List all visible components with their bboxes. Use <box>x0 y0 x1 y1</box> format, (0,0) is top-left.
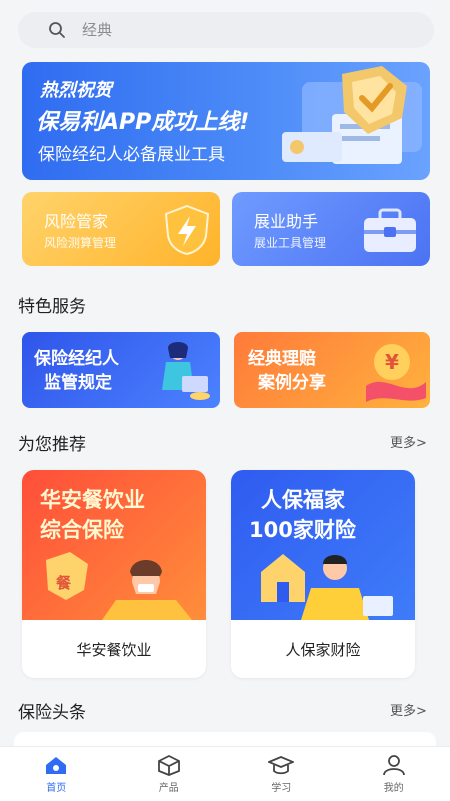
business-assistant-card[interactable]: 展业助手 展业工具管理 <box>232 192 430 266</box>
home-title-line2: 100家财险 <box>249 514 356 544</box>
nav-learn[interactable]: 学习 <box>225 747 338 801</box>
lightning-shield-icon <box>162 204 212 256</box>
search-icon <box>48 21 66 39</box>
claims-line1: 经典理赔 <box>248 348 316 370</box>
card-subtitle: 展业工具管理 <box>254 234 326 251</box>
nav-home[interactable]: 首页 <box>0 747 113 801</box>
banner-line2: 保易利APP成功上线! <box>36 104 249 136</box>
promo-banner[interactable]: 热烈祝贺 保易利APP成功上线! 保险经纪人必备展业工具 <box>22 62 430 180</box>
card-title: 风险管家 <box>44 208 108 232</box>
nav-mine[interactable]: 我的 <box>338 747 450 801</box>
regulation-line2: 监管规定 <box>44 372 112 394</box>
agent-illustration <box>237 542 409 620</box>
claims-case-card[interactable]: 经典理赔 案例分享 ¥ <box>234 332 430 408</box>
nav-products[interactable]: 产品 <box>113 747 226 801</box>
catering-title-line2: 综合保险 <box>40 514 124 544</box>
search-input[interactable] <box>80 20 384 40</box>
money-bag-illustration: ¥ <box>356 336 428 404</box>
card-subtitle: 风险测算管理 <box>44 234 116 251</box>
home-caption: 人保家财险 <box>231 620 415 678</box>
banner-line1: 热烈祝贺 <box>40 76 112 102</box>
banner-illustration <box>272 62 430 180</box>
recommend-heading: 为您推荐 <box>18 430 86 455</box>
banner-line3: 保险经纪人必备展业工具 <box>38 140 225 165</box>
recommend-card-home[interactable]: 人保福家 100家财险 人保家财险 <box>231 470 415 678</box>
briefcase-icon <box>360 206 420 256</box>
nav-label: 首页 <box>46 779 66 794</box>
nav-label: 学习 <box>271 779 291 794</box>
search-bar[interactable] <box>18 12 434 48</box>
svg-text:¥: ¥ <box>385 350 399 374</box>
bottom-nav: 首页 产品 学习 我的 <box>0 746 450 801</box>
news-more-link[interactable]: 更多> <box>390 700 427 719</box>
recommend-card-catering[interactable]: 华安餐饮业 综合保险 餐 华安餐饮业 <box>22 470 206 678</box>
box-icon <box>156 754 182 776</box>
catering-title-line1: 华安餐饮业 <box>40 484 145 514</box>
home-title-line1: 人保福家 <box>261 484 345 514</box>
risk-manager-card[interactable]: 风险管家 风险测算管理 <box>22 192 220 266</box>
featured-heading: 特色服务 <box>18 292 86 317</box>
nav-label: 我的 <box>384 779 404 794</box>
recommend-more-link[interactable]: 更多> <box>390 432 427 451</box>
news-heading: 保险头条 <box>18 698 86 723</box>
nav-label: 产品 <box>159 779 179 794</box>
regulation-line1: 保险经纪人 <box>34 348 119 370</box>
graduation-cap-icon <box>268 754 294 776</box>
person-laptop-illustration <box>138 336 218 406</box>
user-icon <box>381 754 407 776</box>
catering-image: 华安餐饮业 综合保险 餐 <box>22 470 206 620</box>
home-icon <box>43 754 69 776</box>
catering-caption: 华安餐饮业 <box>22 620 206 678</box>
regulation-card[interactable]: 保险经纪人 监管规定 <box>22 332 220 408</box>
home-insurance-image: 人保福家 100家财险 <box>231 470 415 620</box>
catering-badge: 餐 <box>56 572 71 593</box>
card-title: 展业助手 <box>254 208 318 232</box>
claims-line2: 案例分享 <box>258 372 326 394</box>
